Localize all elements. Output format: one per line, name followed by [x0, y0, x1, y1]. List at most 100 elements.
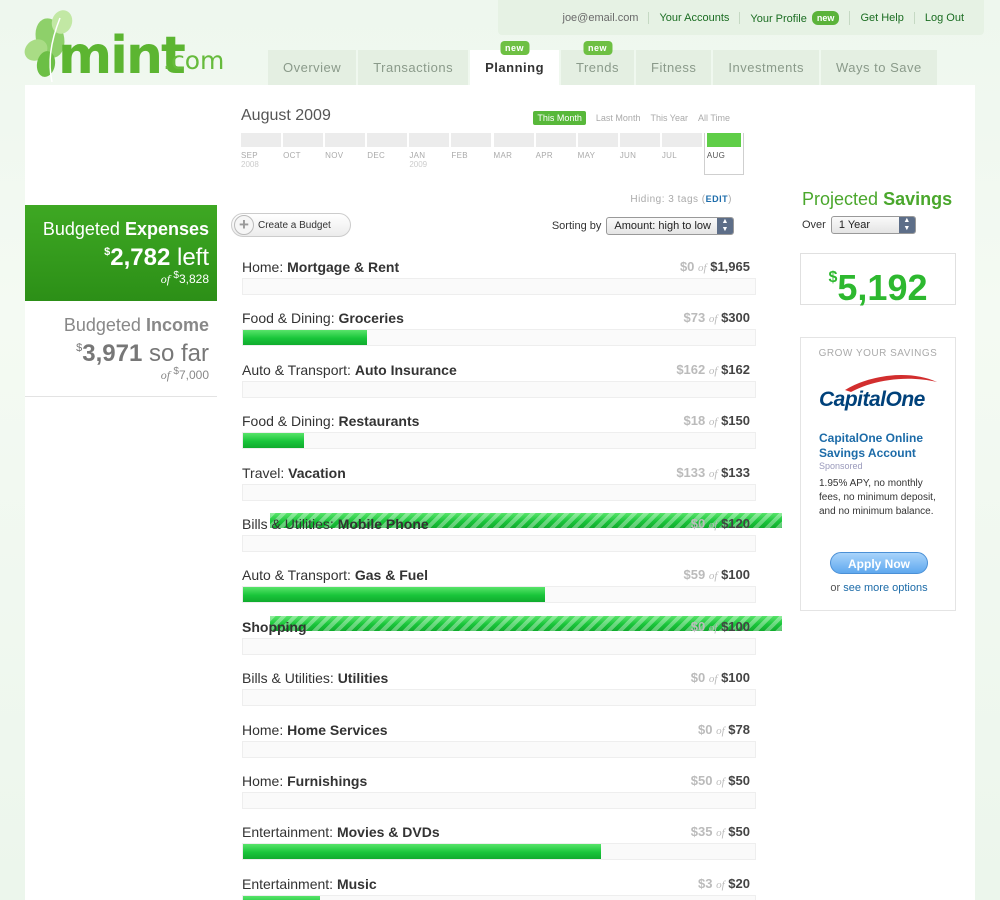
over-label: Over	[802, 219, 826, 231]
of-label: of	[716, 827, 725, 840]
month-label: DEC	[367, 151, 386, 160]
budget-progress-track	[242, 278, 756, 295]
your-profile-link[interactable]: Your Profile new	[740, 10, 851, 25]
month-oct[interactable]: OCT	[283, 133, 324, 175]
tab-planning[interactable]: new Planning	[470, 41, 560, 85]
budget-name: Home: Mortgage & Rent	[242, 259, 399, 275]
budget-limit: $50	[728, 772, 750, 788]
month-label: JUN	[619, 151, 637, 160]
month-jan[interactable]: JAN 2009	[409, 133, 450, 175]
month-sep[interactable]: SEP 2008	[241, 133, 282, 175]
hiding-tags-note: Hiding: 3 tags (EDIT)	[630, 194, 732, 205]
range-all-time[interactable]: All Time	[698, 111, 730, 125]
range-this-year[interactable]: This Year	[650, 111, 688, 125]
month-apr[interactable]: APR	[535, 133, 576, 175]
ad-description: 1.95% APY, no monthly fees, no minimum d…	[819, 478, 936, 517]
expenses-amount: $2,782 left	[25, 244, 209, 272]
tab-fitness[interactable]: Fitness	[636, 50, 712, 85]
month-nov[interactable]: NOV	[325, 133, 366, 175]
budget-row[interactable]: Food & Dining: Restaurants $18 of $150	[242, 411, 756, 462]
budgeted-income-panel[interactable]: Budgeted Income $3,971 so far of $7,000	[25, 301, 217, 397]
mint-logo[interactable]: mint .com	[22, 8, 232, 86]
budget-row[interactable]: Shopping $0 of $100	[242, 617, 756, 668]
budget-spent: 0	[705, 721, 713, 737]
budget-row[interactable]: Entertainment: Movies & DVDs $35 of $50	[242, 822, 756, 873]
month-label: AUG	[706, 151, 726, 160]
tab-overview[interactable]: Overview	[268, 50, 357, 85]
log-out-link[interactable]: Log Out	[915, 12, 974, 24]
tab-ways-to-save[interactable]: Ways to Save	[821, 50, 937, 85]
month-aug[interactable]: AUG	[703, 133, 744, 175]
range-last-month[interactable]: Last Month	[596, 111, 641, 125]
month-may[interactable]: MAY	[577, 133, 618, 175]
budget-limit-value: 78	[735, 721, 750, 737]
month-label: MAY	[577, 151, 596, 160]
budget-row[interactable]: Entertainment: Music $3 of $20	[242, 874, 756, 900]
tab-investments[interactable]: Investments	[713, 50, 819, 85]
tab-trends[interactable]: new Trends	[561, 41, 634, 85]
ad-product-link[interactable]: CapitalOne Online Savings Account	[819, 431, 949, 461]
of-label: of	[716, 878, 725, 891]
budget-spent: 50	[698, 772, 713, 788]
sort-select[interactable]: Amount: high to low ▲ ▼	[606, 217, 734, 235]
income-so-far-word: so far	[148, 340, 209, 367]
budget-row[interactable]: Travel: Vacation $133 of $133	[242, 463, 782, 631]
month-jun[interactable]: JUN	[619, 133, 660, 175]
budget-subcategory: Auto Insurance	[354, 361, 457, 378]
range-this-month[interactable]: This Month	[533, 111, 586, 125]
budget-row[interactable]: Bills & Utilities: Mobile Phone $0 of $12…	[242, 514, 756, 565]
get-help-link[interactable]: Get Help	[850, 11, 915, 24]
budget-limit: $162	[721, 361, 750, 377]
budgeted-expenses-panel[interactable]: Budgeted Expenses $2,782 left of $3,828	[25, 205, 217, 301]
budget-row[interactable]: Home: Mortgage & Rent $0 of $1,965	[242, 257, 756, 308]
budget-limit: $1,965	[710, 259, 750, 274]
income-amount: $3,971 so far	[25, 340, 209, 368]
expenses-title: Budgeted Expenses	[25, 219, 209, 240]
month-feb[interactable]: FEB	[451, 133, 492, 175]
of-label: of	[708, 621, 718, 634]
budget-row[interactable]: Home: Home Services $0 of $78	[242, 720, 756, 771]
ad-sponsored-label: Sponsored	[819, 461, 863, 471]
create-budget-button[interactable]: + Create a Budget	[231, 213, 351, 237]
budget-limit-value: 120	[728, 515, 750, 531]
see-more-options-link[interactable]: see more options	[843, 582, 927, 594]
month-jul[interactable]: JUL	[661, 133, 702, 175]
apply-now-button[interactable]: Apply Now	[830, 552, 928, 574]
tab-ways-to-save-label: Ways to Save	[836, 60, 922, 75]
currency-symbol: $	[676, 464, 684, 480]
month-bar	[283, 133, 324, 147]
hiding-text: Hiding: 3 tags	[630, 194, 699, 205]
currency-symbol: $	[683, 310, 691, 326]
budget-amount: $0 of $100	[691, 670, 750, 685]
of-label: of	[708, 467, 718, 480]
budget-name: Home: Home Services	[242, 722, 388, 738]
of-label: of	[716, 724, 725, 737]
budget-progress-track	[242, 483, 782, 631]
ad-brand-name[interactable]: CapitalOne	[819, 388, 925, 412]
of-label: of	[708, 570, 718, 583]
of-label: of	[708, 416, 718, 429]
budget-row[interactable]: Auto & Transport: Auto Insurance $162 of …	[242, 360, 782, 528]
budget-row[interactable]: Bills & Utilities: Utilities $0 of $100	[242, 668, 756, 719]
budget-name: Auto & Transport: Auto Insurance	[242, 362, 457, 378]
your-accounts-link[interactable]: Your Accounts	[649, 11, 741, 24]
budget-row[interactable]: Food & Dining: Groceries $73 of $300	[242, 308, 756, 359]
budget-limit-value: 100	[728, 670, 750, 686]
of-label: of	[708, 364, 718, 377]
budget-progress-track	[242, 843, 756, 861]
month-mar[interactable]: MAR	[493, 133, 534, 175]
budget-row[interactable]: Home: Furnishings $50 of $50	[242, 771, 756, 822]
projected-savings-amount: $5,192	[800, 253, 956, 308]
budget-amount: $35 of $50	[691, 824, 750, 839]
budget-category: Auto & Transport:	[242, 567, 351, 584]
month-label: JUL	[661, 151, 677, 160]
projection-period-select[interactable]: 1 Year ▲ ▼	[830, 216, 916, 234]
currency-symbol: $	[683, 567, 691, 583]
budget-limit-value: 100	[728, 567, 750, 583]
currency-symbol: $	[676, 361, 684, 377]
tab-transactions[interactable]: Transactions	[358, 50, 469, 85]
month-dec[interactable]: DEC	[367, 133, 408, 175]
edit-hidden-tags-link[interactable]: EDIT	[706, 194, 729, 204]
budget-row[interactable]: Auto & Transport: Gas & Fuel $59 of $100	[242, 565, 756, 616]
budget-name: Entertainment: Music	[242, 876, 377, 892]
